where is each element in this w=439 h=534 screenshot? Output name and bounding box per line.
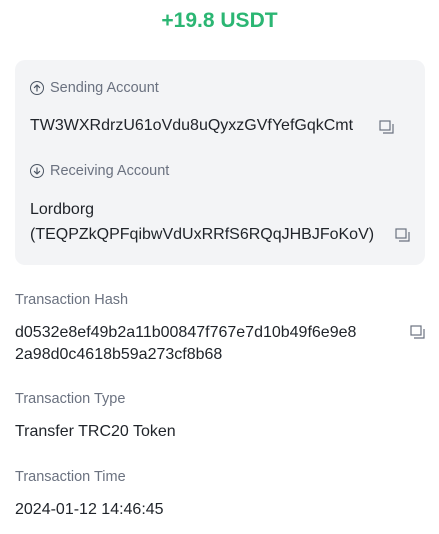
copy-icon[interactable] — [410, 325, 426, 339]
receiving-account-name: Lordborg — [30, 201, 95, 218]
copy-icon[interactable] — [379, 120, 395, 134]
transaction-hash-line-1: d0532e8ef49b2a11b00847f767e7d10b49f6e9e8 — [15, 324, 357, 341]
sending-account-label-row: Sending Account — [30, 80, 159, 96]
transaction-hash-label: Transaction Hash — [15, 292, 129, 308]
sending-account-label: Sending Account — [50, 80, 159, 96]
transaction-time-value: 2024-01-12 14:46:45 — [15, 501, 164, 518]
arrow-down-circle-icon — [30, 164, 44, 178]
transaction-detail-page: +19.8 USDT Sending Account TW3WXRdrzU61o… — [0, 0, 439, 534]
arrow-up-circle-icon — [30, 81, 44, 95]
receiving-account-label: Receiving Account — [50, 163, 170, 179]
transaction-amount: +19.8 USDT — [161, 9, 278, 32]
transaction-time-label: Transaction Time — [15, 469, 126, 485]
copy-icon[interactable] — [395, 228, 411, 242]
transaction-type-value: Transfer TRC20 Token — [15, 423, 176, 440]
sending-account-address: TW3WXRdrzU61oVdu8uQyxzGVfYefGqkCmt — [30, 117, 354, 134]
receiving-account-address: (TEQPZkQPFqibwVdUxRRfS6RQqJHBJFoKoV) — [30, 226, 375, 243]
transaction-type-label: Transaction Type — [15, 391, 126, 407]
transaction-hash-line-2: 2a98d0c4618b59a273cf8b68 — [15, 346, 223, 363]
accounts-card: Sending Account TW3WXRdrzU61oVdu8uQyxzGV… — [15, 60, 425, 265]
receiving-account-label-row: Receiving Account — [30, 163, 169, 179]
